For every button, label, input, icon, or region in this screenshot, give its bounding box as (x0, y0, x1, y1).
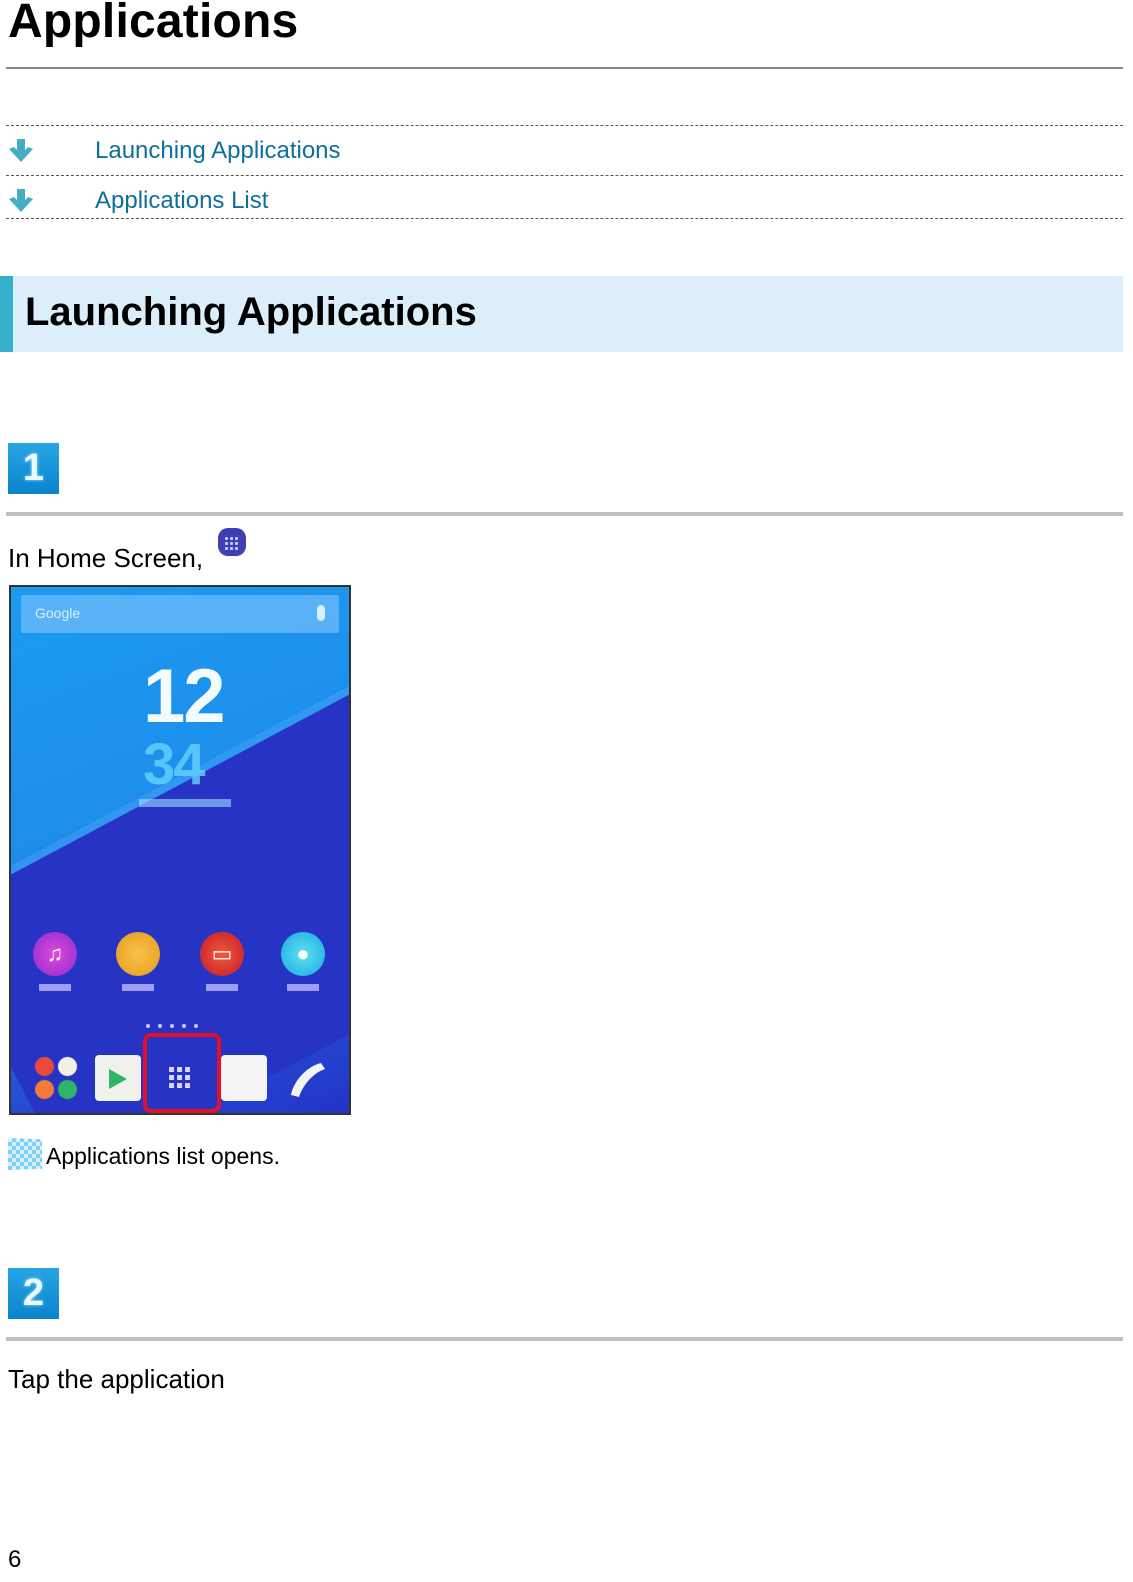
step-2-badge: 2 (8, 1268, 59, 1319)
clock-date (139, 799, 231, 807)
toc-link-launching-applications[interactable]: Launching Applications (95, 137, 341, 165)
section-heading: Launching Applications (25, 290, 477, 334)
home-screen-screenshot: Google 12 34 ♫ ▭ ● (9, 585, 351, 1115)
google-search-bar: Google (21, 595, 339, 633)
email-icon (221, 1055, 267, 1101)
apps-grid-icon (218, 528, 247, 556)
step-1-result: Applications list opens. (8, 1138, 280, 1170)
video-app: ▭ (192, 932, 252, 991)
phone-icon (283, 1055, 329, 1101)
play-store-icon (95, 1055, 141, 1101)
result-text: Applications list opens. (46, 1143, 280, 1169)
toc-divider (6, 175, 1123, 176)
title-divider (6, 67, 1123, 69)
album-app (108, 932, 168, 991)
section-header: Launching Applications (0, 276, 1123, 352)
contacts-icon: ● (281, 932, 325, 976)
step-1-badge: 1 (8, 443, 59, 494)
toc-item-launching-applications[interactable]: Launching Applications (8, 131, 1123, 171)
google-folder-icon (33, 1055, 79, 1101)
contacts-app: ● (273, 932, 333, 991)
app-row: ♫ ▭ ● (11, 932, 349, 1012)
step-1-instruction: In Home Screen, (8, 528, 247, 573)
clock-minute: 34 (143, 732, 205, 797)
page-title: Applications (8, 0, 299, 48)
album-icon (116, 932, 160, 976)
search-label: Google (35, 605, 81, 621)
music-app: ♫ (25, 932, 85, 991)
arrow-down-icon (9, 139, 33, 162)
video-icon: ▭ (200, 932, 244, 976)
toc-divider (6, 125, 1123, 126)
step-1-text: In Home Screen, (8, 543, 204, 573)
toc-item-applications-list[interactable]: Applications List (8, 181, 1123, 221)
toc-divider (6, 218, 1123, 219)
microphone-icon (317, 605, 325, 621)
arrow-down-icon (9, 189, 33, 212)
checkered-flag-icon (8, 1138, 42, 1170)
clock-hour: 12 (143, 654, 226, 739)
page-indicator (146, 1024, 198, 1028)
step-divider (6, 512, 1123, 516)
step-divider (6, 1337, 1123, 1341)
page-number: 6 (8, 1546, 22, 1573)
step-2-instruction: Tap the application (8, 1364, 225, 1394)
music-icon: ♫ (33, 932, 77, 976)
toc-link-applications-list[interactable]: Applications List (95, 187, 268, 215)
apps-button-highlight (143, 1033, 221, 1113)
